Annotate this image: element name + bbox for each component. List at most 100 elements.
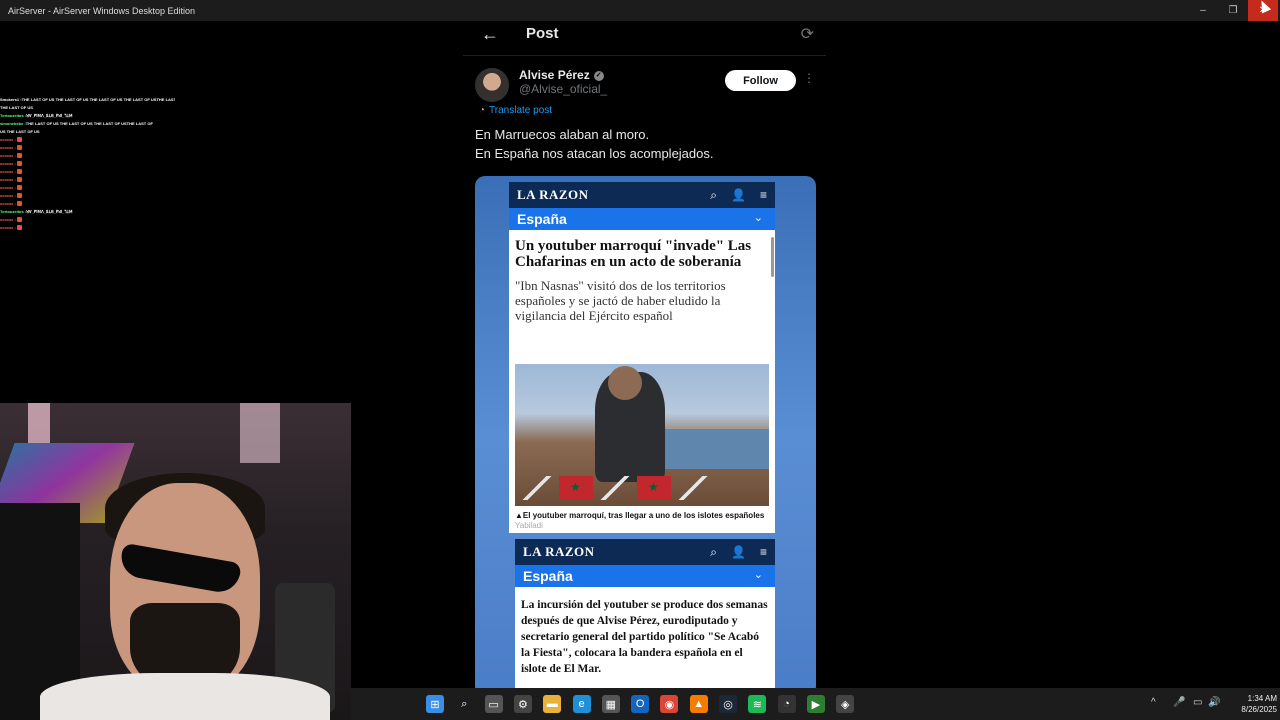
chat-message: xxxxxx : <box>0 224 175 232</box>
obs-icon[interactable]: ◔ <box>777 695 796 713</box>
file-explorer-icon[interactable]: ▬ <box>543 695 562 713</box>
author-handle[interactable]: @Alvise_oficial_ <box>519 82 607 96</box>
chat-username: xxxxxx : <box>0 185 16 190</box>
chat-username: xxxxxx : <box>0 161 16 166</box>
emote-icon <box>16 169 22 175</box>
article-brand-bar: LA RAZON ⌕ 👤 ≡ <box>509 182 775 208</box>
emote-icon <box>16 145 22 151</box>
chat-text: THE LAST OF US <box>0 105 33 110</box>
emote-icon <box>16 137 22 143</box>
steam-icon[interactable]: ◎ <box>719 695 737 713</box>
chat-text: ꓤꓯ_ꓑꓲꓟꓥ_ꓢꓕꓭ_ꓝꓤꓲ_ꓶꓕꓟ <box>26 209 73 214</box>
translate-label[interactable]: Translate post <box>489 105 552 116</box>
article-screenshot-2: LA RAZON ⌕ 👤 ≡ España ⌄ La incursión del… <box>515 539 775 688</box>
chat-username: xxxxxx : <box>0 225 16 230</box>
stream-chat: Smokers1 :THE LAST OF US THE LAST OF US … <box>0 96 175 232</box>
menu-icon: ≡ <box>759 545 767 559</box>
back-arrow-icon[interactable]: ← <box>481 24 499 45</box>
chat-username: simonebebe : <box>0 121 26 126</box>
chrome-icon[interactable]: ◉ <box>660 695 679 713</box>
microphone-icon[interactable]: 🎤 <box>1173 697 1185 708</box>
caption-text: ▲El youtuber marroquí, tras llegar a uno… <box>515 511 765 520</box>
la-razon-logo: LA RAZON <box>517 187 589 202</box>
chat-text: ꓤꓯ_ꓑꓲꓟꓥ_ꓢꓕꓭ_ꓝꓤꓲ_ꓶꓕꓟ <box>26 113 73 118</box>
vlc-icon[interactable]: ▲ <box>689 695 708 713</box>
flags-overlay <box>521 476 709 500</box>
clock-time: 1:34 AM <box>1247 694 1277 703</box>
emote-icon <box>16 217 22 223</box>
clock-date: 8/26/2025 <box>1241 705 1277 714</box>
section-bar: España ⌄ <box>515 565 775 587</box>
chat-username: xxxxxx : <box>0 201 16 206</box>
follow-button[interactable]: Follow <box>725 70 796 91</box>
emote-icon <box>16 193 22 199</box>
chat-message: THE LAST OF US <box>0 104 175 112</box>
chat-text: THE LAST OF US THE LAST OF US THE LAST O… <box>21 97 175 102</box>
chat-message: xxxxxx : <box>0 216 175 224</box>
chat-message: US THE LAST OF US <box>0 128 175 136</box>
chat-username: Tortouzeitos : <box>0 209 27 214</box>
chat-message: xxxxxx : <box>0 144 175 152</box>
chevron-down-icon: ⌄ <box>753 569 763 581</box>
tray-overflow-icon[interactable]: ^ <box>1151 697 1156 708</box>
outlook-icon[interactable]: O <box>631 695 650 713</box>
emote-icon <box>16 161 22 167</box>
la-razon-logo: LA RAZON <box>523 544 595 559</box>
translate-post-link[interactable]: ◔ Translate post <box>479 105 552 116</box>
post-media-image[interactable]: LA RAZON ⌕ 👤 ≡ España ⌄ Un youtuber marr… <box>475 176 816 688</box>
chat-message: Tortouzeitos :ꓤꓯ_ꓑꓲꓟꓥ_ꓢꓕꓭ_ꓝꓤꓲ_ꓶꓕꓟ <box>0 112 175 120</box>
chat-username: xxxxxx : <box>0 153 16 158</box>
system-clock[interactable]: 1:34 AM 8/26/2025 <box>1221 693 1277 715</box>
chat-username: xxxxxx : <box>0 137 16 142</box>
more-options-icon[interactable]: ⋮ <box>803 71 815 85</box>
spotify-icon[interactable]: ≋ <box>748 695 767 713</box>
emote-icon <box>16 225 22 231</box>
chat-message: xxxxxx : <box>0 136 175 144</box>
chat-username: xxxxxx : <box>0 145 16 150</box>
volume-icon[interactable]: 🔊 <box>1208 697 1220 708</box>
author-name-text[interactable]: Alvise Pérez <box>519 68 590 82</box>
chat-username: Tortouzeitos : <box>0 113 27 118</box>
author-name[interactable]: Alvise Pérez ✓ <box>519 68 604 82</box>
section-bar: España ⌄ <box>509 208 775 230</box>
photo-caption: ▲El youtuber marroquí, tras llegar a uno… <box>515 511 765 531</box>
minimize-button[interactable]: – <box>1188 0 1218 21</box>
search-icon[interactable]: ⌕ <box>455 695 474 713</box>
emote-icon <box>16 185 22 191</box>
media-player-icon[interactable]: ▶ <box>806 695 825 713</box>
article-screenshot-1: LA RAZON ⌕ 👤 ≡ España ⌄ Un youtuber marr… <box>509 182 775 533</box>
chat-username: xxxxxx : <box>0 177 16 182</box>
windows-start-icon[interactable]: ⊞ <box>426 695 444 713</box>
chat-message: xxxxxx : <box>0 168 175 176</box>
search-icon: ⌕ <box>710 188 718 202</box>
window-titlebar: AirServer - AirServer Windows Desktop Ed… <box>0 0 1280 21</box>
chat-username: xxxxxx : <box>0 193 16 198</box>
airserver-icon[interactable]: ◈ <box>836 695 855 713</box>
chat-message: xxxxxx : <box>0 160 175 168</box>
article-headline: Un youtuber marroquí "invade" Las Chafar… <box>515 238 752 270</box>
menu-icon: ≡ <box>759 188 767 202</box>
section-label: España <box>517 211 567 227</box>
maximize-button[interactable]: ❐ <box>1218 0 1248 21</box>
section-label: España <box>523 568 573 584</box>
avatar[interactable] <box>475 68 509 102</box>
emote-icon <box>16 177 22 183</box>
scrollbar <box>771 237 774 277</box>
article-body: La incursión del youtuber se produce dos… <box>521 599 768 675</box>
chat-message: xxxxxx : <box>0 192 175 200</box>
store-icon[interactable]: ▦ <box>601 695 620 713</box>
chat-username: xxxxxx : <box>0 217 16 222</box>
chat-message: xxxxxx : <box>0 176 175 184</box>
post-text: En Marruecos alaban al moro. En España n… <box>475 127 714 161</box>
task-view-icon[interactable]: ▭ <box>484 695 503 713</box>
network-icon[interactable]: ▭ <box>1193 697 1202 708</box>
post-header: ← Post ⟳ <box>463 21 826 56</box>
translate-icon: ◔ <box>479 105 486 116</box>
chat-message: Tortouzeitos :ꓤꓯ_ꓑꓲꓟꓥ_ꓢꓕꓭ_ꓝꓤꓲ_ꓶꓕꓟ <box>0 208 175 216</box>
windows-taskbar: ^ 🎤 ▭ 🔊 1:34 AM 8/26/2025 ⊞ ⌕ ▭ ⚙ ▬ e ▦ O ◉ ▲ ◎ ≋ ◔ ▶… <box>351 688 1280 720</box>
user-icon: 👤 <box>731 545 746 559</box>
article-subhead: "Ibn Nasnas" visitó dos de los territori… <box>515 278 726 323</box>
edge-icon[interactable]: e <box>572 695 591 713</box>
refresh-icon[interactable]: ⟳ <box>801 24 814 44</box>
settings-icon[interactable]: ⚙ <box>513 695 532 713</box>
